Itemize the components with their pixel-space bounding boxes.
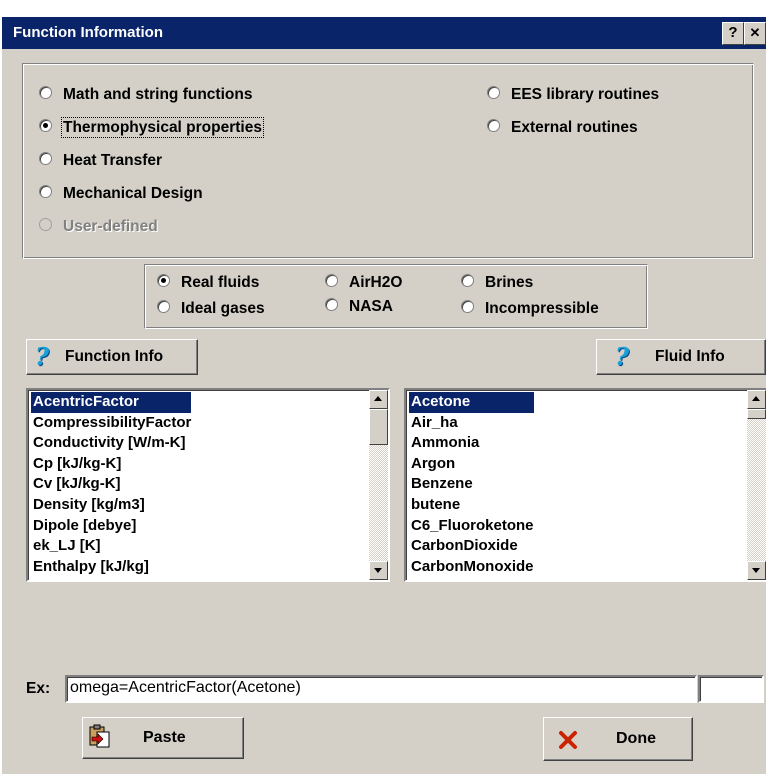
- fluid-list-item[interactable]: Argon: [409, 454, 534, 475]
- radio-math-string[interactable]: Math and string functions: [39, 86, 252, 104]
- scroll-up-arrow-icon[interactable]: [369, 390, 388, 409]
- fluid-type-group: Real fluids AirH2O Brines Ideal gases NA…: [144, 264, 648, 329]
- close-button[interactable]: ✕: [744, 22, 766, 45]
- function-list-item[interactable]: Cp [kJ/kg-K]: [31, 454, 191, 475]
- radio-thermophysical[interactable]: Thermophysical properties: [39, 117, 264, 138]
- fluid-list-scrollbar[interactable]: [747, 390, 766, 580]
- function-list-item[interactable]: Enthalpy [kJ/kg]: [31, 557, 191, 578]
- radio-button-icon: [461, 274, 474, 288]
- radio-button-icon: [39, 185, 52, 199]
- scroll-thumb[interactable]: [747, 409, 766, 419]
- category-group: Math and string functions Thermophysical…: [22, 63, 754, 259]
- function-list-item[interactable]: Density [kg/m3]: [31, 495, 191, 516]
- radio-real-fluids[interactable]: Real fluids: [157, 274, 259, 292]
- scroll-down-arrow-icon[interactable]: [369, 561, 388, 580]
- example-label: Ex:: [26, 680, 51, 697]
- radio-button-icon: [39, 86, 52, 100]
- radio-button-icon: [39, 218, 52, 232]
- radio-user-defined: User-defined: [39, 218, 158, 236]
- question-mark-icon: ?: [615, 342, 630, 371]
- fluid-list-item[interactable]: CarbonDioxide: [409, 536, 534, 557]
- fluid-list-item[interactable]: CarbonMonoxide: [409, 557, 534, 578]
- fluid-list-item[interactable]: Acetone: [409, 392, 534, 413]
- radio-ideal-gases[interactable]: Ideal gases: [157, 300, 265, 318]
- radio-incompressible[interactable]: Incompressible: [461, 300, 599, 318]
- function-list-item[interactable]: Cv [kJ/kg-K]: [31, 474, 191, 495]
- red-x-icon: [559, 731, 577, 749]
- function-list-scrollbar[interactable]: [369, 390, 388, 580]
- radio-airh2o[interactable]: AirH2O: [325, 274, 402, 292]
- radio-button-icon: [157, 300, 170, 314]
- function-list-item[interactable]: AcentricFactor: [31, 392, 192, 413]
- radio-brines[interactable]: Brines: [461, 274, 533, 292]
- paste-clipboard-icon: [89, 724, 110, 748]
- done-button[interactable]: Done: [543, 717, 693, 761]
- function-list-item[interactable]: Dipole [debye]: [31, 516, 191, 537]
- radio-button-icon: [39, 152, 52, 166]
- radio-external-routines[interactable]: External routines: [487, 119, 638, 137]
- radio-mechanical-design[interactable]: Mechanical Design: [39, 185, 203, 203]
- fluid-list-item[interactable]: Benzene: [409, 474, 534, 495]
- fluid-list-items: Acetone Air_ha Ammonia Argon Benzene butene C6…: [409, 392, 534, 577]
- function-list-item[interactable]: ek_LJ [K]: [31, 536, 191, 557]
- dialog-body: Math and string functions Thermophysical…: [2, 49, 766, 774]
- fluid-list-item[interactable]: Air_ha: [409, 413, 534, 434]
- scroll-thumb[interactable]: [369, 409, 388, 445]
- radio-button-icon: [487, 119, 500, 133]
- fluid-list[interactable]: Acetone Air_ha Ammonia Argon Benzene butene C6…: [404, 388, 766, 582]
- title-bar[interactable]: Function Information ? ✕: [2, 17, 766, 49]
- scroll-down-arrow-icon[interactable]: [747, 561, 766, 580]
- radio-ees-library[interactable]: EES library routines: [487, 86, 659, 104]
- fluid-list-item[interactable]: C6_Fluoroketone: [409, 516, 534, 537]
- radio-button-icon: [325, 274, 338, 288]
- function-info-button[interactable]: ? Function Info: [26, 339, 198, 375]
- window-title: Function Information: [13, 24, 163, 41]
- radio-heat-transfer[interactable]: Heat Transfer: [39, 152, 162, 170]
- radio-button-selected-icon: [157, 274, 170, 288]
- example-field[interactable]: omega=AcentricFactor(Acetone): [65, 675, 697, 703]
- radio-button-icon: [487, 86, 500, 100]
- fluid-info-button[interactable]: ? Fluid Info: [596, 339, 766, 375]
- radio-button-icon: [325, 298, 338, 312]
- fluid-list-item[interactable]: butene: [409, 495, 534, 516]
- function-list-item[interactable]: CompressibilityFactor: [31, 413, 191, 434]
- example-extra-field[interactable]: [698, 675, 764, 703]
- fluid-list-item[interactable]: Ammonia: [409, 433, 534, 454]
- radio-button-selected-icon: [39, 119, 52, 133]
- help-title-button[interactable]: ?: [722, 22, 744, 45]
- question-mark-icon: ?: [35, 342, 50, 371]
- radio-button-icon: [461, 300, 474, 314]
- paste-button[interactable]: Paste: [82, 717, 244, 759]
- function-list[interactable]: AcentricFactor CompressibilityFactor Condu…: [26, 388, 390, 582]
- function-list-items: AcentricFactor CompressibilityFactor Condu…: [31, 392, 192, 578]
- function-information-dialog: Function Information ? ✕ Math and string…: [0, 0, 766, 774]
- scroll-up-arrow-icon[interactable]: [747, 390, 766, 409]
- function-list-item[interactable]: Conductivity [W/m-K]: [31, 433, 191, 454]
- radio-nasa[interactable]: NASA: [325, 298, 393, 316]
